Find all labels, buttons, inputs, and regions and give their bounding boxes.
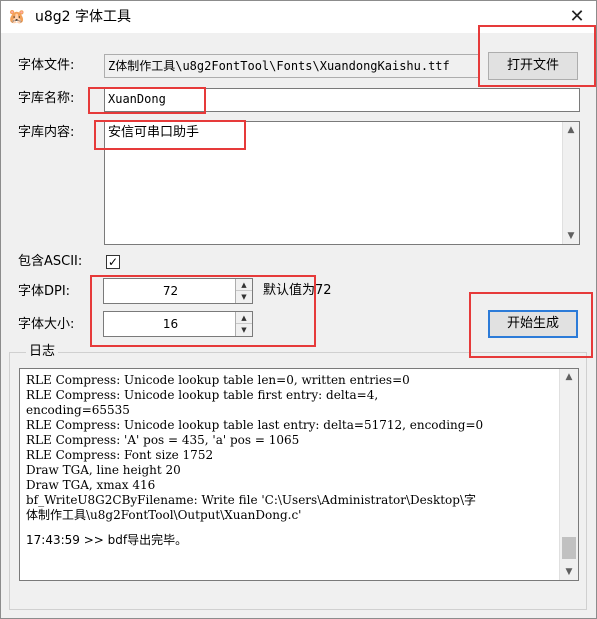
font-file-path-field[interactable]: Z体制作工具\u8g2FontTool\Fonts\XuandongKaishu…: [104, 54, 479, 78]
scroll-up-icon[interactable]: ▲: [560, 369, 578, 385]
log-line: RLE Compress: 'A' pos = 435, 'a' pos = 1…: [26, 433, 300, 447]
close-icon[interactable]: ✕: [559, 1, 595, 33]
log-line: encoding=65535: [26, 403, 130, 417]
spin-up-icon[interactable]: ▲: [236, 312, 252, 324]
log-line: RLE Compress: Font size 1752: [26, 448, 214, 462]
scroll-down-icon[interactable]: ▼: [563, 228, 579, 244]
include-ascii-label: 包含ASCII:: [18, 254, 83, 269]
font-file-label: 字体文件:: [18, 58, 75, 73]
font-size-spinbox[interactable]: 16 ▲ ▼: [103, 311, 253, 337]
log-line: Draw TGA, xmax 416: [26, 478, 156, 492]
include-ascii-checkbox[interactable]: ✓: [106, 255, 120, 269]
log-line: bf_WriteU8G2CByFilename: Write file 'C:\…: [26, 493, 476, 507]
library-content-textarea[interactable]: 安信可串口助手: [104, 121, 580, 245]
font-size-value[interactable]: 16: [104, 312, 237, 336]
log-scrollbar[interactable]: ▲ ▼: [559, 369, 578, 580]
dpi-value[interactable]: 72: [104, 279, 237, 303]
library-name-input[interactable]: XuanDong: [104, 88, 580, 112]
start-generate-button[interactable]: 开始生成: [488, 310, 578, 338]
dpi-label: 字体DPI:: [18, 284, 71, 299]
library-content-label: 字库内容:: [18, 125, 75, 140]
log-line: 体制作工具\u8g2FontTool\Output\XuanDong.c': [26, 508, 302, 522]
checkmark-icon: ✓: [107, 255, 119, 269]
log-line: RLE Compress: Unicode lookup table last …: [26, 418, 484, 432]
scroll-up-icon[interactable]: ▲: [563, 122, 579, 138]
window-title: u8g2 字体工具: [35, 9, 132, 25]
log-final-line: 17:43:59 >> bdf导出完毕。: [26, 533, 188, 547]
spin-down-icon[interactable]: ▼: [236, 324, 252, 336]
log-line: RLE Compress: Unicode lookup table len=0…: [26, 373, 410, 387]
log-content: RLE Compress: Unicode lookup table len=0…: [26, 373, 556, 548]
open-file-button[interactable]: 打开文件: [488, 52, 578, 80]
dpi-default-hint: 默认值为72: [263, 283, 332, 298]
library-name-label: 字库名称:: [18, 91, 75, 106]
log-line: Draw TGA, line height 20: [26, 463, 181, 477]
spin-up-icon[interactable]: ▲: [236, 279, 252, 291]
title-bar: 🐹 u8g2 字体工具 ✕: [1, 1, 596, 33]
log-textarea[interactable]: RLE Compress: Unicode lookup table len=0…: [19, 368, 579, 581]
content-scrollbar[interactable]: ▲ ▼: [562, 122, 579, 244]
log-title: 日志: [26, 344, 59, 360]
scroll-thumb[interactable]: [562, 537, 576, 559]
log-line: RLE Compress: Unicode lookup table first…: [26, 388, 379, 402]
scroll-down-icon[interactable]: ▼: [560, 564, 578, 580]
dpi-spinbox[interactable]: 72 ▲ ▼: [103, 278, 253, 304]
font-size-label: 字体大小:: [18, 317, 75, 332]
library-content-text: 安信可串口助手: [108, 125, 200, 140]
spin-down-icon[interactable]: ▼: [236, 291, 252, 303]
hamster-app-icon: 🐹: [8, 9, 26, 25]
